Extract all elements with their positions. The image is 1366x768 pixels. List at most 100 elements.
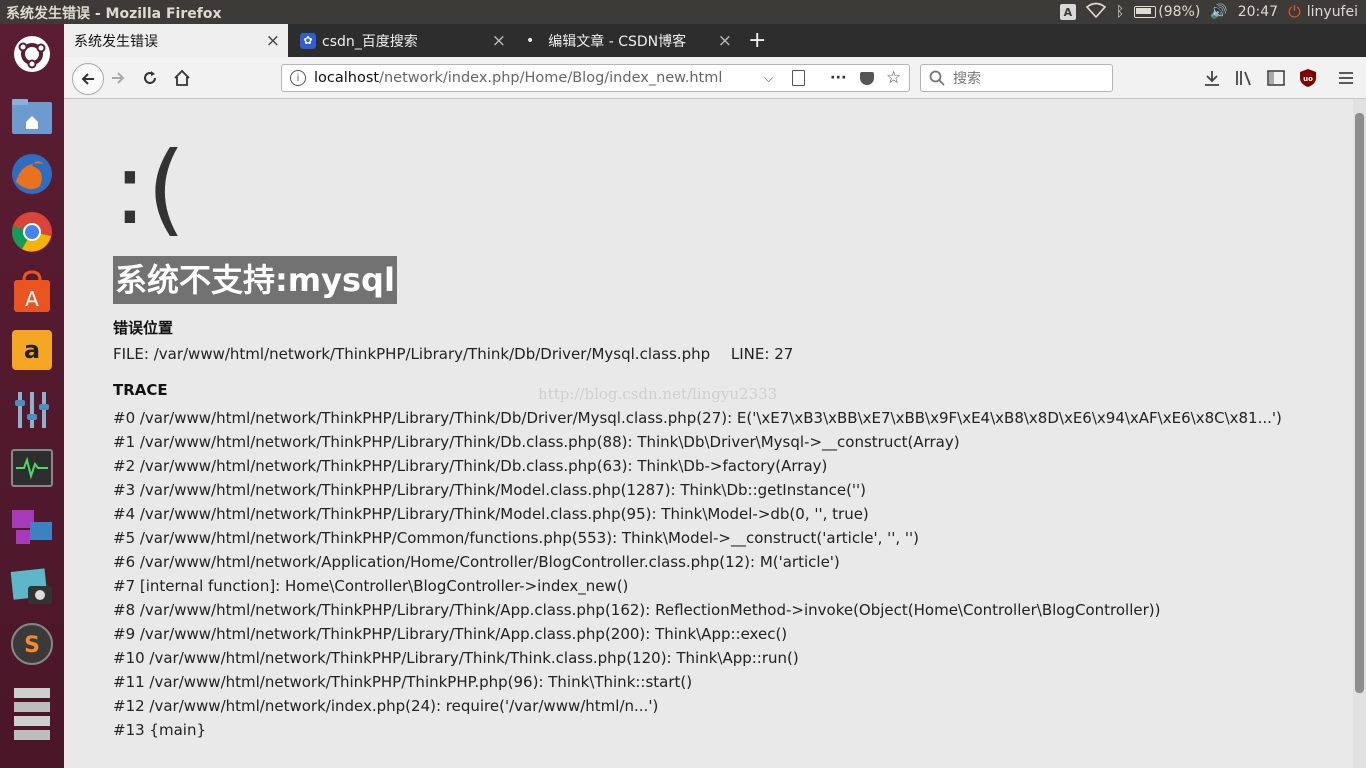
- loading-dot-icon: •: [526, 32, 535, 49]
- files-icon[interactable]: [10, 94, 54, 138]
- trace-line: #1 /var/www/html/network/ThinkPHP/Librar…: [113, 433, 960, 451]
- trace-line: #12 /var/www/html/network/index.php(24):…: [113, 697, 659, 715]
- url-host: localhost: [314, 70, 380, 86]
- plus-icon: +: [748, 28, 767, 53]
- trace-line: #9 /var/www/html/network/ThinkPHP/Librar…: [113, 625, 788, 643]
- navigation-bar: i localhost/network/index.php/Home/Blog/…: [64, 57, 1366, 99]
- top-panel: 系统发生错误 - Mozilla Firefox A ᛒ (98%) 🔊 20:…: [0, 0, 1366, 24]
- search-input[interactable]: 搜索: [920, 64, 1113, 92]
- power-icon: ⏻: [1288, 2, 1301, 21]
- svg-text:uo: uo: [1303, 75, 1313, 83]
- volume-icon[interactable]: 🔊: [1210, 4, 1227, 20]
- reload-icon: [144, 71, 156, 84]
- unity-launcher: A a S: [0, 24, 64, 768]
- search-placeholder: 搜索: [953, 71, 981, 87]
- ublock-origin-icon: uo: [1300, 69, 1316, 87]
- hamburger-menu-icon: [1339, 72, 1353, 84]
- tab-strip: 系统发生错误 × ✿ csdn_百度搜索 × • 编辑文章 - CSDN博客 ×…: [64, 24, 1366, 57]
- system-tray: A ᛒ (98%) 🔊 20:47 ⏻ linyufei: [1059, 0, 1358, 24]
- workspace-switcher-icon[interactable]: [10, 506, 54, 550]
- close-tab-icon[interactable]: ×: [266, 31, 280, 51]
- system-monitor-icon[interactable]: [10, 446, 54, 490]
- forward-button[interactable]: [106, 66, 130, 90]
- url-bar[interactable]: i localhost/network/index.php/Home/Blog/…: [281, 64, 910, 92]
- forward-arrow-icon: [112, 72, 125, 84]
- page-content: :( 系统不支持:mysql 错误位置 FILE: /var/www/html/…: [64, 99, 1353, 768]
- software-center-icon[interactable]: A: [10, 270, 54, 314]
- search-icon: [929, 70, 945, 86]
- sad-face: :(: [113, 130, 186, 247]
- watermark: http://blog.csdn.net/lingyu2333: [538, 385, 778, 403]
- reload-button[interactable]: [138, 66, 162, 90]
- battery-icon: [1134, 6, 1157, 18]
- error-location: FILE: /var/www/html/network/ThinkPHP/Lib…: [113, 345, 793, 363]
- battery-indicator[interactable]: (98%): [1134, 4, 1200, 20]
- trace-list: #0 /var/www/html/network/ThinkPHP/Librar…: [113, 406, 1282, 742]
- tab-label: csdn_百度搜索: [322, 33, 418, 50]
- tab-label: 系统发生错误: [74, 33, 158, 50]
- info-icon[interactable]: i: [290, 70, 306, 86]
- firefox-icon[interactable]: [10, 152, 54, 196]
- battery-percent: (98%): [1158, 4, 1201, 20]
- new-tab-button[interactable]: +: [744, 24, 774, 57]
- username: linyufei: [1306, 4, 1358, 20]
- close-tab-icon[interactable]: ×: [492, 31, 506, 51]
- close-tab-icon[interactable]: ×: [718, 31, 732, 51]
- tab-baidu-search[interactable]: ✿ csdn_百度搜索 ×: [290, 24, 514, 57]
- system-settings-icon[interactable]: [10, 388, 54, 432]
- page-actions-icon[interactable]: ···: [830, 70, 847, 86]
- library-button[interactable]: [1232, 66, 1256, 90]
- trace-line: #0 /var/www/html/network/ThinkPHP/Librar…: [113, 409, 1282, 427]
- trace-line: #8 /var/www/html/network/ThinkPHP/Librar…: [113, 601, 1161, 619]
- sidebar-button[interactable]: [1264, 66, 1288, 90]
- svg-text:A: A: [25, 287, 39, 311]
- downloads-button[interactable]: [1200, 66, 1224, 90]
- error-line: LINE: 27: [730, 345, 794, 363]
- trace-line: #7 [internal function]: Home\Controller\…: [113, 577, 629, 595]
- library-icon: [1236, 71, 1251, 86]
- sidebar-icon: [1267, 70, 1285, 86]
- keyboard-layout-indicator[interactable]: A: [1059, 4, 1076, 20]
- trace-line: #10 /var/www/html/network/ThinkPHP/Libra…: [113, 649, 799, 667]
- ubuntu-dash-icon[interactable]: [10, 32, 54, 76]
- home-button[interactable]: [170, 66, 194, 90]
- trace-heading: TRACE: [113, 381, 168, 399]
- trash-icon[interactable]: [10, 684, 54, 744]
- chrome-icon[interactable]: [10, 210, 54, 254]
- download-icon: [1205, 71, 1219, 86]
- sublime-text-icon[interactable]: S: [10, 622, 54, 666]
- window-title: 系统发生错误 - Mozilla Firefox: [6, 6, 222, 22]
- bookmark-star-icon[interactable]: ☆: [886, 68, 901, 88]
- trace-line: #6 /var/www/html/network/Application/Hom…: [113, 553, 840, 571]
- back-arrow-icon: [81, 73, 94, 85]
- ublock-button[interactable]: uo: [1296, 66, 1320, 90]
- reader-view-icon[interactable]: [792, 70, 805, 86]
- wifi-icon[interactable]: [1085, 2, 1107, 22]
- bluetooth-icon[interactable]: ᛒ: [1116, 4, 1124, 20]
- scrollbar-thumb[interactable]: [1355, 113, 1364, 693]
- chevron-down-icon[interactable]: ⌵: [764, 71, 773, 86]
- screenshot-icon[interactable]: [10, 564, 54, 608]
- error-location-heading: 错误位置: [113, 319, 174, 337]
- svg-text:a: a: [24, 336, 40, 364]
- tab-label: 编辑文章 - CSDN博客: [548, 33, 687, 50]
- url-path: /network/index.php/Home/Blog/index_new.h…: [379, 70, 723, 86]
- trace-line: #11 /var/www/html/network/ThinkPHP/Think…: [113, 673, 693, 691]
- trace-line: #13 {main}: [113, 721, 206, 739]
- trace-line: #4 /var/www/html/network/ThinkPHP/Librar…: [113, 505, 869, 523]
- baidu-paw-icon: ✿: [300, 32, 316, 49]
- trace-line: #3 /var/www/html/network/ThinkPHP/Librar…: [113, 481, 867, 499]
- clock[interactable]: 20:47: [1238, 4, 1278, 20]
- home-icon: [174, 69, 190, 86]
- menu-button[interactable]: [1334, 66, 1358, 90]
- trace-line: #2 /var/www/html/network/ThinkPHP/Librar…: [113, 457, 828, 475]
- trace-line: #5 /var/www/html/network/ThinkPHP/Common…: [113, 529, 920, 547]
- pocket-icon[interactable]: [860, 71, 874, 85]
- session-menu[interactable]: ⏻ linyufei: [1288, 2, 1358, 22]
- back-button[interactable]: [72, 63, 104, 95]
- amazon-icon[interactable]: a: [10, 328, 54, 372]
- tab-csdn-editor[interactable]: • 编辑文章 - CSDN博客 ×: [516, 24, 740, 57]
- error-message: 系统不支持:mysql: [113, 256, 397, 304]
- svg-text:S: S: [24, 633, 40, 658]
- tab-error[interactable]: 系统发生错误 ×: [64, 24, 288, 57]
